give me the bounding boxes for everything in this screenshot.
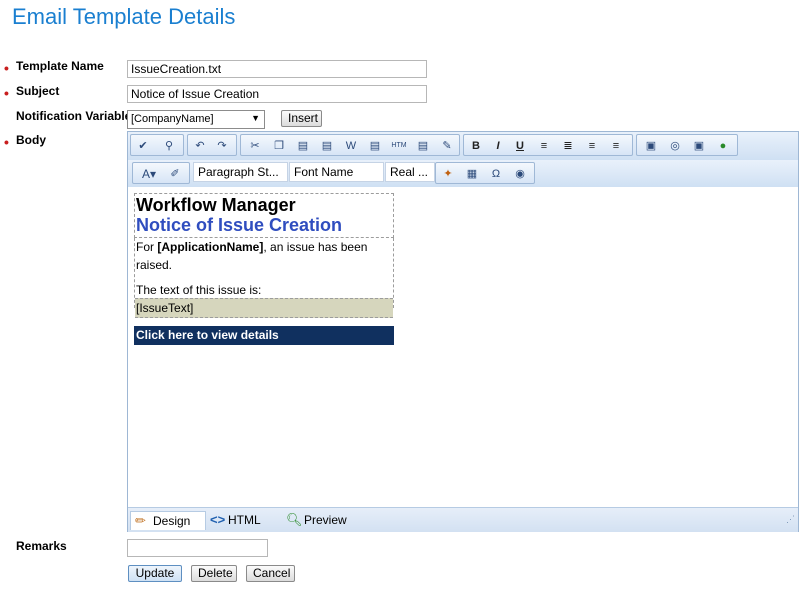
cut-icon[interactable]: ✂ [247,138,263,154]
notification-variable-select[interactable]: [CompanyName] ▼ [127,110,265,129]
editor-content-area[interactable]: Workflow Manager Notice of Issue Creatio… [129,187,797,505]
page-title: Email Template Details [12,4,236,29]
subject-label: Subject [16,84,60,98]
body-block: For [ApplicationName], an issue has been… [134,238,394,318]
required-bullet: • [4,134,9,150]
tab-design[interactable]: ✏ Design [130,511,206,530]
paste-html-icon[interactable]: HTM [391,138,407,154]
notification-variable-value: [CompanyName] [131,113,214,125]
template-name-label: Template Name [16,59,104,73]
background-color-icon[interactable]: ✐ [167,166,183,182]
template-name-input[interactable]: IssueCreation.txt [127,60,427,78]
view-details-link[interactable]: Click here to view details [134,326,394,345]
remarks-input[interactable] [127,539,268,557]
find-replace-icon[interactable]: ⚲ [161,138,177,154]
font-size-dropdown[interactable]: Real ... [385,162,435,182]
media-manager-icon[interactable]: ▣ [691,138,707,154]
paste-icon[interactable]: ▤ [295,138,311,154]
tab-html[interactable]: <> HTML [206,511,272,529]
toolbar-group-clipboard: ✂ ❐ ▤ ▤ W ▤ HTM ▤ ✎ [240,134,460,156]
toolbar-group-insert: ✦ ▦ Ω ◉ [435,162,535,184]
paste-plain-icon[interactable]: ▤ [367,138,383,154]
toolbar-group-color: A▾ ✐ [132,162,190,184]
paragraph-style-dropdown[interactable]: Paragraph St... [193,162,288,182]
content-heading-1: Workflow Manager [136,195,296,215]
insert-button[interactable]: Insert [281,110,322,127]
pencil-icon: ✏ [135,513,146,528]
italic-icon[interactable]: I [490,138,506,154]
toolbar-group-formatting: B I U ≡ ≣ ≡ ≡ [463,134,633,156]
header-block: Workflow Manager Notice of Issue Creatio… [134,193,394,238]
font-name-dropdown[interactable]: Font Name [289,162,384,182]
justify-icon[interactable]: ≣ [560,138,576,154]
issue-text-placeholder: [IssueText] [135,298,393,318]
required-bullet: • [4,60,9,76]
paste-text-icon[interactable]: ▤ [319,138,335,154]
content-heading-2: Notice of Issue Creation [136,215,343,235]
delete-button[interactable]: Delete [191,565,237,582]
code-icon: <> [210,512,226,527]
toolbar-group-tools: ✔ ⚲ [130,134,184,156]
align-left-icon[interactable]: ≡ [584,138,600,154]
align-center-icon[interactable]: ≡ [536,138,552,154]
required-bullet: • [4,85,9,101]
insert-table-icon[interactable]: ▦ [464,166,480,182]
insert-custom-icon[interactable]: ✦ [440,166,456,182]
image-manager-icon[interactable]: ▣ [643,138,659,154]
underline-icon[interactable]: U [512,138,528,154]
editor-mode-tabs: ✏ Design <> HTML 🔍︎ Preview ⋰ [128,507,798,532]
resize-grip-icon[interactable]: ⋰ [786,514,795,525]
hyperlink-manager-icon[interactable]: ● [715,138,731,154]
spellcheck-icon[interactable]: ✔ [135,138,151,154]
update-button[interactable]: Update [128,565,182,582]
bold-icon[interactable]: B [468,138,484,154]
paste-special-icon[interactable]: ▤ [415,138,431,154]
redo-icon[interactable]: ↷ [214,138,230,154]
font-color-icon[interactable]: A▾ [141,166,157,182]
form-element-icon[interactable]: ◉ [512,166,528,182]
chevron-down-icon: ▼ [251,113,260,123]
editor-toolbar-row1: ✔ ⚲ ↶ ↷ ✂ ❐ ▤ ▤ W ▤ HTM ▤ ✎ B I U ≡ ≣ ≡ … [128,132,798,160]
remarks-label: Remarks [16,539,67,553]
toolbar-group-managers: ▣ ◎ ▣ ● [636,134,738,156]
copy-icon[interactable]: ❐ [271,138,287,154]
tab-preview[interactable]: 🔍︎ Preview [282,511,364,529]
content-line-1: For [ApplicationName], an issue has been… [136,240,368,272]
paste-word-icon[interactable]: W [343,138,359,154]
align-right-icon[interactable]: ≡ [608,138,624,154]
insert-symbol-icon[interactable]: Ω [488,166,504,182]
subject-input[interactable]: Notice of Issue Creation [127,85,427,103]
content-line-2: The text of this issue is: [136,283,262,297]
toolbar-group-history: ↶ ↷ [187,134,237,156]
body-label: Body [16,133,46,147]
format-stripper-icon[interactable]: ✎ [439,138,455,154]
notification-variable-label: Notification Variable [16,109,132,123]
flash-manager-icon[interactable]: ◎ [667,138,683,154]
cancel-button[interactable]: Cancel [246,565,295,582]
undo-icon[interactable]: ↶ [192,138,208,154]
editor-toolbar-row2: A▾ ✐ Paragraph St... Font Name Real ... … [128,160,798,187]
magnifier-icon: 🔍︎ [286,512,303,527]
